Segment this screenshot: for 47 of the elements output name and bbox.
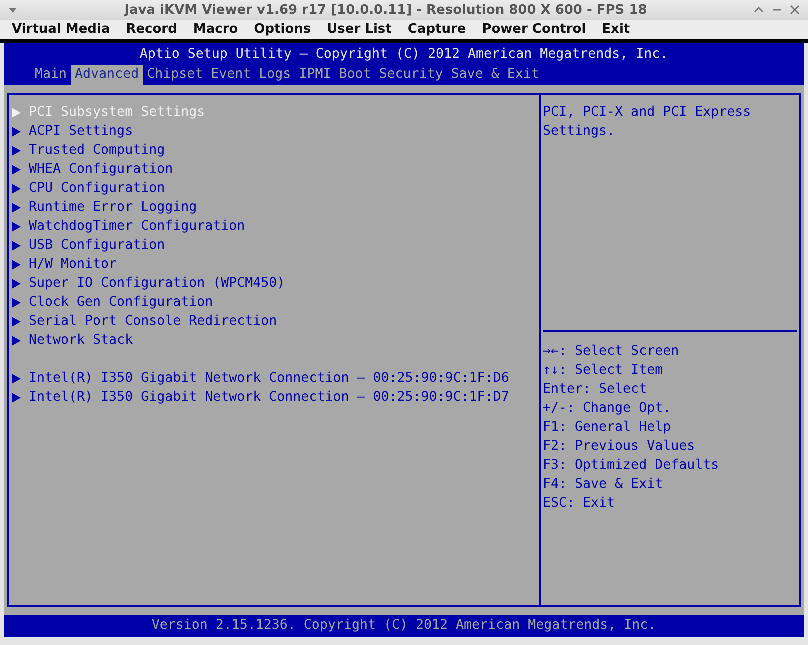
menu-bar-item[interactable]: Record [118, 22, 186, 37]
bios-tab[interactable]: Advanced [71, 65, 144, 85]
bios-tab[interactable]: Boot [335, 65, 376, 85]
menu-bar-item[interactable]: Macro [185, 22, 246, 37]
menu-item[interactable]: H/W Monitor [12, 255, 539, 274]
close-icon[interactable] [790, 5, 800, 15]
key-hint: ↑↓: Select Item [543, 362, 664, 380]
menu-bar-item[interactable]: Exit [594, 22, 638, 37]
dropdown-icon[interactable] [8, 5, 18, 15]
menu-item[interactable]: CPU Configuration [12, 179, 539, 198]
maximize-icon[interactable] [754, 5, 764, 15]
bios-tab[interactable]: Security [375, 65, 448, 85]
menu-item[interactable]: ACPI Settings [12, 122, 539, 141]
window-title: Java iKVM Viewer v1.69 r17 [10.0.0.11] - Resolution 800 X 600 - FPS 18 [123, 2, 648, 18]
menu-item[interactable]: Clock Gen Configuration [12, 293, 539, 312]
key-hint: F1: General Help [543, 419, 672, 437]
menu-item[interactable]: Super IO Configuration (WPCM450) [12, 274, 539, 293]
menu-item[interactable]: Serial Port Console Redirection [12, 312, 539, 331]
key-hint: F4: Save & Exit [543, 476, 664, 494]
menu-item[interactable]: Intel(R) I350 Gigabit Network Connection – 00:25:90:9C:1F:D7 [12, 388, 539, 407]
menu-item[interactable]: Network Stack [12, 331, 539, 350]
bios-tab[interactable]: Chipset [143, 65, 208, 85]
bios-tab[interactable]: Save & Exit [447, 65, 544, 85]
bios-tab[interactable]: IPMI [295, 65, 336, 85]
menu-item[interactable]: USB Configuration [12, 236, 539, 255]
key-hint: F3: Optimized Defaults [543, 457, 720, 475]
help-text: PCI, PCI-X and PCI Express [543, 104, 752, 122]
bios-title: Aptio Setup Utility – Copyright (C) 2012 American Megatrends, Inc. [138, 46, 670, 64]
menu-bar-item[interactable]: Power Control [474, 22, 594, 37]
menu-item[interactable]: WatchdogTimer Configuration [12, 217, 539, 236]
key-hint: +/-: Change Opt. [543, 400, 672, 418]
menu-bar-item[interactable]: Options [246, 22, 320, 37]
menu-item[interactable]: Runtime Error Logging [12, 198, 539, 217]
menu-item[interactable]: WHEA Configuration [12, 160, 539, 179]
bios-tab[interactable]: Main [31, 65, 72, 85]
help-text: Settings. [543, 123, 616, 141]
bios-tab[interactable]: Event Logs [207, 65, 296, 85]
menu-item[interactable]: Trusted Computing [12, 141, 539, 160]
menu-bar-item[interactable]: User List [319, 22, 400, 37]
key-hint: F2: Previous Values [543, 438, 696, 456]
key-hint: Enter: Select [543, 381, 648, 399]
key-hint: ESC: Exit [543, 495, 616, 513]
key-hint: →←: Select Screen [543, 343, 680, 361]
bios-footer: Version 2.15.1236. Copyright (C) 2012 American Megatrends, Inc. [4, 615, 804, 637]
menu-item[interactable]: Intel(R) I350 Gigabit Network Connection – 00:25:90:9C:1F:D6 [12, 369, 539, 388]
menu-bar-item[interactable]: Virtual Media [4, 22, 118, 37]
menu-bar-item[interactable]: Capture [400, 22, 474, 37]
